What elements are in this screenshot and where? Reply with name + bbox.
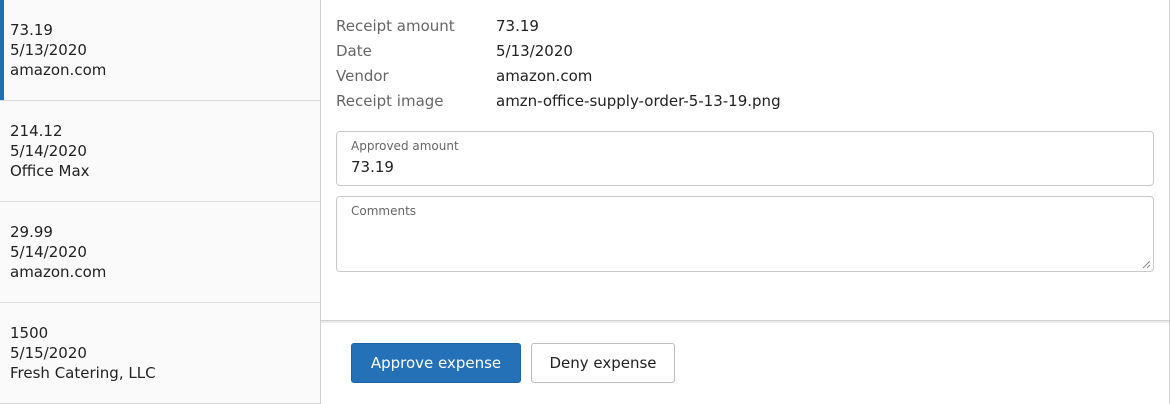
expense-date: 5/14/2020 [10, 243, 87, 261]
date-label: Date [336, 42, 372, 60]
expense-amount: 1500 [10, 324, 49, 342]
receipt-image-label: Receipt image [336, 92, 444, 110]
expense-amount: 214.12 [10, 122, 63, 140]
vendor-value: amazon.com [496, 67, 593, 85]
approve-expense-button[interactable]: Approve expense [351, 343, 521, 383]
expense-date: 5/15/2020 [10, 344, 87, 362]
action-bar: Approve expense Deny expense [321, 320, 1169, 404]
vendor-label: Vendor [336, 67, 389, 85]
approved-amount-field[interactable]: Approved amount 73.19 [336, 131, 1154, 186]
expense-list: 73.19 5/13/2020 amazon.com 214.12 5/14/2… [0, 0, 320, 404]
comments-label: Comments [351, 204, 417, 218]
expense-date: 5/13/2020 [10, 41, 87, 59]
expense-list-item[interactable]: 1500 5/15/2020 Fresh Catering, LLC [0, 303, 320, 404]
expense-list-item[interactable]: 73.19 5/13/2020 amazon.com [0, 0, 320, 101]
expense-amount: 29.99 [10, 223, 53, 241]
receipt-amount-value: 73.19 [496, 17, 539, 35]
expense-vendor: Fresh Catering, LLC [10, 364, 156, 382]
resize-grip-icon[interactable] [1141, 259, 1151, 269]
approved-amount-label: Approved amount [351, 139, 459, 153]
expense-amount: 73.19 [10, 21, 53, 39]
date-value: 5/13/2020 [496, 42, 573, 60]
expense-vendor: amazon.com [10, 61, 107, 79]
receipt-amount-label: Receipt amount [336, 17, 455, 35]
expense-list-item[interactable]: 29.99 5/14/2020 amazon.com [0, 202, 320, 303]
expense-list-item[interactable]: 214.12 5/14/2020 Office Max [0, 101, 320, 202]
expense-review-app: 73.19 5/13/2020 amazon.com 214.12 5/14/2… [0, 0, 1170, 404]
receipt-image-value[interactable]: amzn-office-supply-order-5-13-19.png [496, 91, 781, 111]
deny-expense-button[interactable]: Deny expense [531, 343, 675, 383]
approved-amount-input[interactable]: 73.19 [351, 157, 394, 177]
expense-vendor: amazon.com [10, 263, 107, 281]
expense-vendor: Office Max [10, 162, 90, 180]
expense-date: 5/14/2020 [10, 142, 87, 160]
expense-detail-panel: Receipt amount 73.19 Date 5/13/2020 Vend… [321, 0, 1170, 320]
comments-field[interactable]: Comments [336, 196, 1154, 272]
